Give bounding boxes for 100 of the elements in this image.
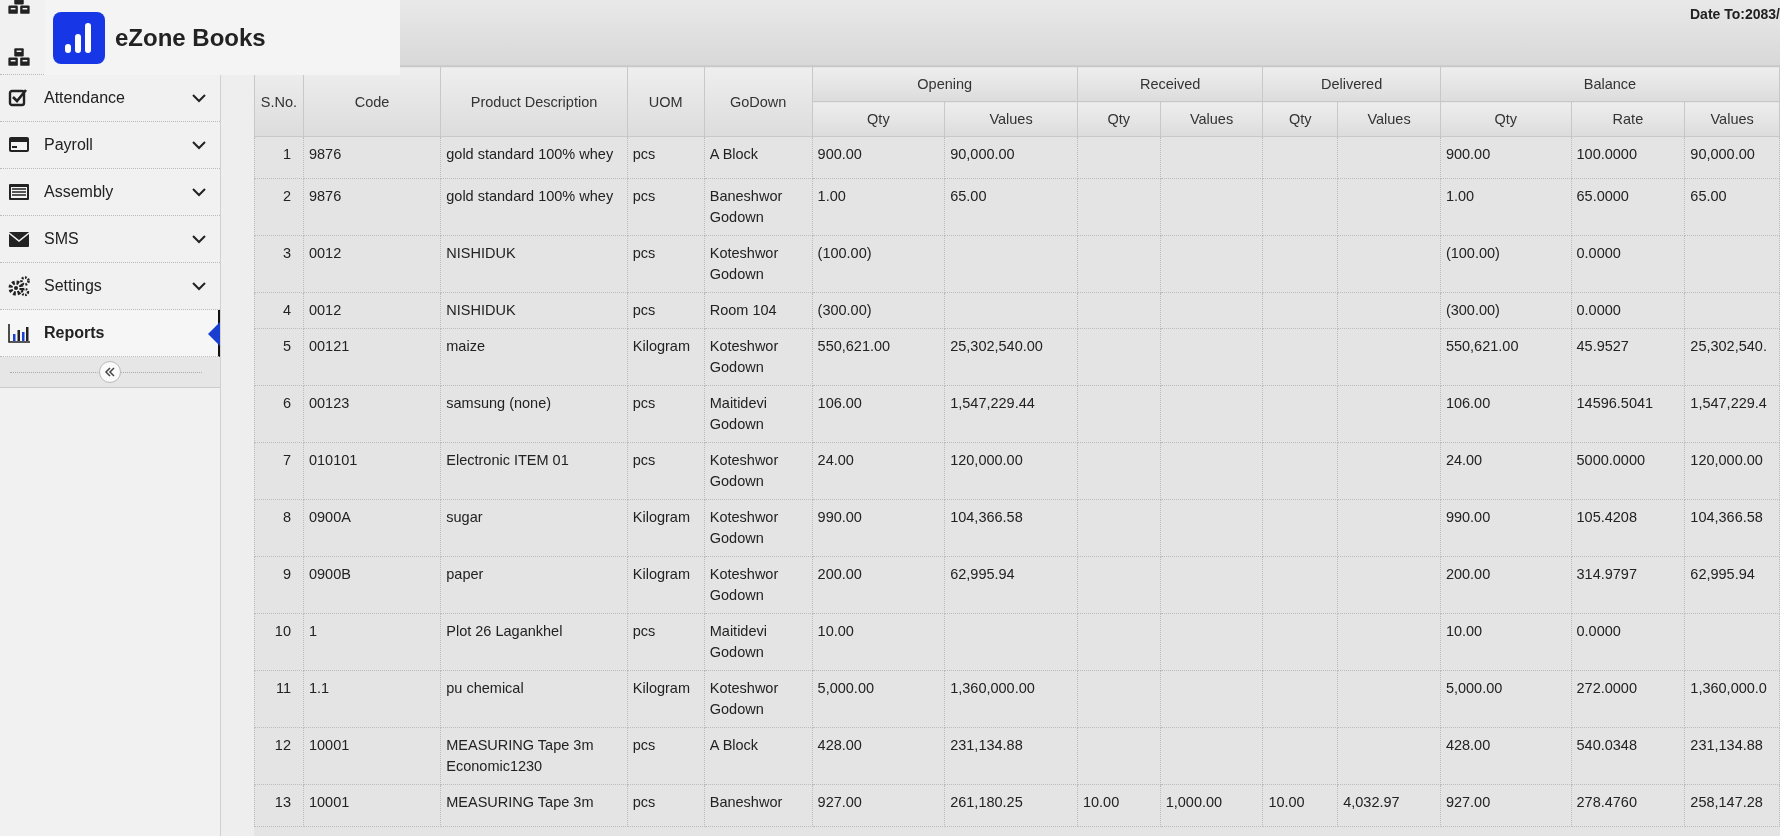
cubes-icon[interactable] [6, 46, 32, 68]
table-cell: 231,134.88 [944, 727, 1078, 785]
table-cell: 5,000.00 [1440, 670, 1571, 728]
column-header: Values [1160, 101, 1263, 137]
table-cell: samsung (none) [440, 385, 628, 443]
table-cell: 990.00 [1440, 499, 1571, 557]
table-cell: 0.0000 [1571, 613, 1685, 671]
table-cell: 7 [254, 442, 304, 500]
table-cell: 10001 [303, 727, 441, 785]
table-cell: Kilogram [627, 556, 705, 614]
table-cell: Baneshwor Godown [704, 178, 813, 236]
table-cell: 10.00 [1440, 613, 1571, 671]
sidebar-item[interactable]: SMS [0, 216, 220, 263]
table-cell: Plot 26 Lagankhel [440, 613, 628, 671]
column-header: Product Description [440, 66, 628, 137]
sidebar-item[interactable]: Payroll [0, 122, 220, 169]
table-cell: gold standard 100% whey [440, 178, 628, 236]
table-cell: maize [440, 328, 628, 386]
table-cell: (300.00) [1440, 292, 1571, 329]
table-cell: 65.0000 [1571, 178, 1685, 236]
table-cell: pcs [627, 178, 705, 236]
table-cell: 10.00 [1077, 784, 1161, 827]
gears-icon [8, 275, 30, 297]
table-cell: 11 [254, 670, 304, 728]
cubes-icon[interactable] [6, 0, 32, 16]
table-cell: Koteshwor Godown [704, 670, 813, 728]
collapse-button[interactable] [99, 361, 121, 383]
table-cell: 1,360,000.00 [944, 670, 1078, 728]
table-cell: 90,000.00 [944, 136, 1078, 179]
table-cell: Maitidevi Godown [704, 385, 813, 443]
sidebar-item[interactable]: Reports [0, 310, 220, 357]
table-cell: 62,995.94 [944, 556, 1078, 614]
table-cell: A Block [704, 136, 813, 179]
table-cell: 550,621.00 [812, 328, 945, 386]
table-cell: 1,547,229.44 [944, 385, 1078, 443]
table-cell: Room 104 [704, 292, 813, 329]
table-cell: 010101 [303, 442, 441, 500]
list-icon [8, 181, 30, 203]
table-cell: 10001 [303, 784, 441, 827]
table-cell: 200.00 [812, 556, 945, 614]
table-cell: 1,000.00 [1160, 784, 1263, 827]
table-cell: Koteshwor Godown [704, 442, 813, 500]
table-cell: 1 [254, 136, 304, 179]
table-cell: 5 [254, 328, 304, 386]
table-cell: 10.00 [1262, 784, 1338, 827]
bar-chart-icon [8, 322, 30, 344]
sidebar-item[interactable]: Assembly [0, 169, 220, 216]
table-cell: 428.00 [1440, 727, 1571, 785]
column-header: Rate [1571, 101, 1685, 137]
table-cell: 0900B [303, 556, 441, 614]
table-cell: 104,366.58 [1684, 499, 1780, 557]
table-cell: 5,000.00 [812, 670, 945, 728]
table-cell: pcs [627, 442, 705, 500]
app-name: eZone Books [115, 23, 266, 52]
table-cell: sugar [440, 499, 628, 557]
table-cell: MEASURING Tape 3m [440, 784, 628, 827]
table-cell: Electronic ITEM 01 [440, 442, 628, 500]
table-cell: 258,147.28 [1684, 784, 1780, 827]
table-cell: pcs [627, 292, 705, 329]
table-cell: 927.00 [1440, 784, 1571, 827]
table-cell: 12 [254, 727, 304, 785]
table-cell: 1 [303, 613, 441, 671]
table-cell: 00123 [303, 385, 441, 443]
table-cell: Koteshwor Godown [704, 556, 813, 614]
table-cell: 4,032.97 [1337, 784, 1441, 827]
table-cell: 6 [254, 385, 304, 443]
column-header: UOM [627, 66, 705, 137]
table-cell: 62,995.94 [1684, 556, 1780, 614]
table-cell: Maitidevi Godown [704, 613, 813, 671]
group-header: Balance [1440, 66, 1780, 102]
table-cell: 0.0000 [1571, 235, 1685, 293]
table-cell: 9876 [303, 178, 441, 236]
logo-icon [53, 11, 105, 64]
table-cell: 13 [254, 784, 304, 827]
table-cell: MEASURING Tape 3m Economic1230 [440, 727, 628, 785]
table-cell: 0.0000 [1571, 292, 1685, 329]
table-cell: 100.0000 [1571, 136, 1685, 179]
table-cell: pcs [627, 385, 705, 443]
table-cell: 25,302,540.00 [944, 328, 1078, 386]
table-cell: 10 [254, 613, 304, 671]
table-cell: pu chemical [440, 670, 628, 728]
table-cell: 25,302,540. [1684, 328, 1780, 386]
table-cell: 5000.0000 [1571, 442, 1685, 500]
table-cell: 8 [254, 499, 304, 557]
table-cell: (100.00) [1440, 235, 1571, 293]
table-cell: 24.00 [812, 442, 945, 500]
date-to-label: Date To:2083/ [1690, 6, 1780, 22]
table-cell: Kilogram [627, 328, 705, 386]
table-cell: 4 [254, 292, 304, 329]
table-cell: 1.00 [1440, 178, 1571, 236]
table-cell: paper [440, 556, 628, 614]
column-header: Values [944, 101, 1078, 137]
table-cell: 104,366.58 [944, 499, 1078, 557]
table-cell: 00121 [303, 328, 441, 386]
table-cell: 106.00 [1440, 385, 1571, 443]
table-cell: 1.1 [303, 670, 441, 728]
table-cell: 0012 [303, 235, 441, 293]
table-cell: 1.00 [812, 178, 945, 236]
table-cell: A Block [704, 727, 813, 785]
table-cell: 927.00 [812, 784, 945, 827]
